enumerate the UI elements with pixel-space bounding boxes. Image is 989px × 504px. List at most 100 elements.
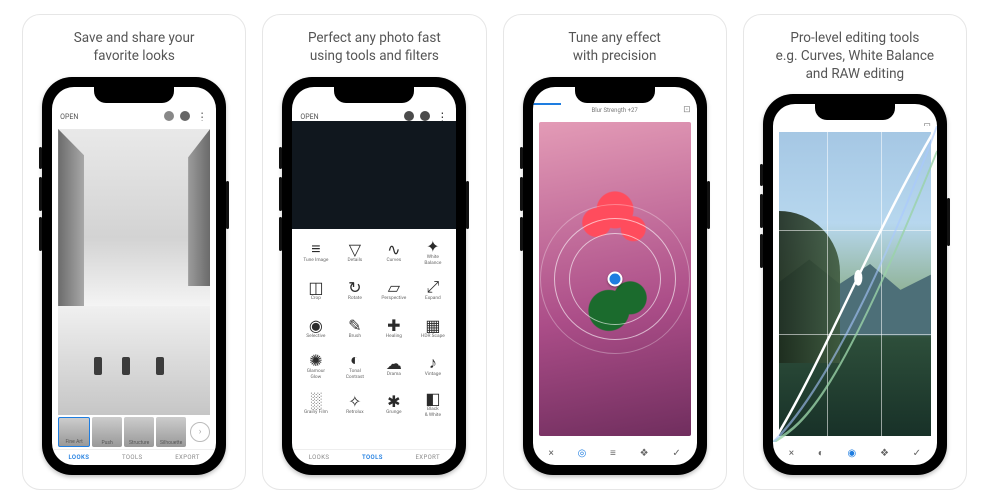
tool-wb[interactable]: ✦ White Balance bbox=[413, 235, 452, 271]
tonal-icon: ◐ bbox=[348, 354, 361, 367]
tab-looks[interactable]: LOOKS bbox=[68, 454, 89, 461]
tool-label: Tune Image bbox=[303, 258, 328, 264]
perspective-icon: ▱ bbox=[387, 281, 400, 294]
tool-label: Black & White bbox=[425, 407, 441, 418]
tool-label: Grunge bbox=[386, 410, 401, 416]
grunge-icon: ✱ bbox=[387, 395, 400, 408]
focus-point-handle[interactable] bbox=[607, 272, 622, 287]
tool-grunge[interactable]: ✱ Grunge bbox=[374, 387, 413, 423]
eye-button[interactable]: ◉ bbox=[848, 448, 857, 459]
tool-label: Selective bbox=[306, 334, 325, 340]
confirm-button[interactable]: ✓ bbox=[672, 448, 680, 459]
tool-label: Rotate bbox=[348, 296, 362, 302]
tool-label: Grainy Film bbox=[304, 410, 328, 416]
adjust-button[interactable]: ≡ bbox=[610, 448, 616, 459]
look-thumb[interactable]: Push bbox=[92, 417, 122, 447]
tool-crop[interactable]: ◫ Crop bbox=[296, 273, 335, 309]
phone-mockup-1: OPEN ⋮ Fine Art Push Structure Si bbox=[42, 77, 226, 475]
look-thumb[interactable]: Silhouette bbox=[156, 417, 186, 447]
info-icon[interactable] bbox=[420, 111, 430, 121]
tool-rotate[interactable]: ↻ Rotate bbox=[335, 273, 374, 309]
selective-icon: ◉ bbox=[309, 319, 322, 332]
tool-drama[interactable]: ☁ Drama bbox=[374, 349, 413, 385]
glamour-icon: ✺ bbox=[309, 354, 322, 367]
tool-glamour[interactable]: ✺ Glamour Glow bbox=[296, 349, 335, 385]
vintage-icon: ♪ bbox=[426, 357, 439, 370]
open-button[interactable]: OPEN bbox=[60, 113, 78, 121]
tool-grain[interactable]: ░Grainy Film bbox=[296, 387, 335, 423]
tool-selective[interactable]: ◉ Selective bbox=[296, 311, 335, 347]
bw-icon: ◧ bbox=[426, 392, 439, 405]
close-button[interactable]: × bbox=[548, 448, 553, 459]
caption-tune-effect: Tune any effect with precision bbox=[568, 29, 660, 67]
brush-icon: ✎ bbox=[348, 319, 361, 332]
tool-label: Curves bbox=[387, 258, 402, 264]
tool-retrolux[interactable]: ✧ Retrolux bbox=[335, 387, 374, 423]
tool-curves[interactable]: ∿ Curves bbox=[374, 235, 413, 271]
tool-label: HDR Scape bbox=[421, 334, 445, 340]
tool-vintage[interactable]: ♪ Vintage bbox=[413, 349, 452, 385]
tool-label: White Balance bbox=[424, 255, 441, 266]
drama-icon: ☁ bbox=[387, 357, 400, 370]
looks-icon[interactable] bbox=[404, 111, 414, 121]
tab-export[interactable]: EXPORT bbox=[175, 454, 200, 461]
overflow-icon[interactable]: ⋮ bbox=[436, 113, 448, 121]
tool-label: Crop bbox=[311, 296, 321, 302]
phone-mockup-2: OPEN ⋮ ≡ Tune Image ▽Details ∿ Curves ✦ White … bbox=[282, 77, 466, 475]
curves-line[interactable] bbox=[773, 126, 937, 442]
tool-brush[interactable]: ✎ Brush bbox=[335, 311, 374, 347]
tool-bw[interactable]: ◧ Black & White bbox=[413, 387, 452, 423]
looks-strip: Fine Art Push Structure Silhouette › bbox=[52, 415, 216, 449]
tool-label: Glamour Glow bbox=[307, 369, 325, 380]
healing-icon: ✚ bbox=[387, 319, 400, 332]
look-thumb[interactable]: Structure bbox=[124, 417, 154, 447]
info-icon[interactable] bbox=[180, 111, 190, 121]
tools-sheet: ≡ Tune Image ▽Details ∿ Curves ✦ White Balance… bbox=[292, 229, 456, 449]
tool-hdr[interactable]: ▦ HDR Scape bbox=[413, 311, 452, 347]
tool-perspective[interactable]: ▱Perspective bbox=[374, 273, 413, 309]
wb-icon: ✦ bbox=[426, 240, 439, 253]
looks-more-button[interactable]: › bbox=[190, 422, 210, 442]
close-button[interactable]: × bbox=[789, 448, 794, 459]
tool-label: Healing bbox=[386, 334, 402, 340]
tool-label: Tonal Contrast bbox=[346, 369, 364, 380]
rotate-icon: ↻ bbox=[348, 281, 361, 294]
shape-button[interactable]: ❖ bbox=[640, 448, 649, 459]
confirm-button[interactable]: ✓ bbox=[913, 448, 921, 459]
caption-pro-tools: Pro-level editing tools e.g. Curves, Whi… bbox=[776, 29, 934, 84]
tab-tools[interactable]: TOOLS bbox=[362, 454, 383, 461]
tab-export[interactable]: EXPORT bbox=[415, 454, 440, 461]
caption-perfect-photo: Perfect any photo fast using tools and f… bbox=[308, 29, 441, 67]
effect-progress[interactable] bbox=[533, 103, 561, 105]
tool-tonal[interactable]: ◐ Tonal Contrast bbox=[335, 349, 374, 385]
tool-label: Vintage bbox=[425, 372, 441, 378]
look-thumb[interactable]: Fine Art bbox=[58, 417, 90, 447]
curves-icon: ∿ bbox=[387, 243, 400, 256]
focus-mode-button[interactable]: ◎ bbox=[578, 448, 587, 459]
tab-looks[interactable]: LOOKS bbox=[309, 454, 330, 461]
tab-tools[interactable]: TOOLS bbox=[122, 454, 143, 461]
retrolux-icon: ✧ bbox=[348, 395, 361, 408]
crop-icon: ◫ bbox=[309, 281, 322, 294]
sliders-icon: ≡ bbox=[309, 243, 322, 256]
expand-icon: ⤢ bbox=[426, 281, 439, 294]
tool-healing[interactable]: ✚ Healing bbox=[374, 311, 413, 347]
shape-button[interactable]: ❖ bbox=[880, 448, 889, 459]
tool-expand[interactable]: ⤢ Expand bbox=[413, 273, 452, 309]
tool-label: Expand bbox=[425, 296, 441, 302]
phone-mockup-3: Blur Strength +27 ⊡ × ◎ ≡ ❖ ✓ bbox=[523, 77, 707, 475]
channel-button[interactable]: ◐ bbox=[818, 448, 824, 459]
caption-save-share: Save and share your favorite looks bbox=[74, 29, 195, 67]
tool-label: Drama bbox=[387, 372, 401, 378]
tool-details[interactable]: ▽Details bbox=[335, 235, 374, 271]
tool-label: Brush bbox=[349, 334, 361, 340]
hdr-icon: ▦ bbox=[426, 319, 439, 332]
tool-sliders[interactable]: ≡ Tune Image bbox=[296, 235, 335, 271]
overflow-icon[interactable]: ⋮ bbox=[196, 113, 208, 121]
compare-icon[interactable]: ⊡ bbox=[683, 105, 691, 115]
phone-mockup-4: ⊡ bbox=[763, 94, 947, 475]
open-button[interactable]: OPEN bbox=[300, 113, 318, 121]
looks-icon[interactable] bbox=[164, 111, 174, 121]
tool-label: Retrolux bbox=[346, 410, 364, 416]
effect-status: Blur Strength +27 bbox=[591, 107, 637, 114]
